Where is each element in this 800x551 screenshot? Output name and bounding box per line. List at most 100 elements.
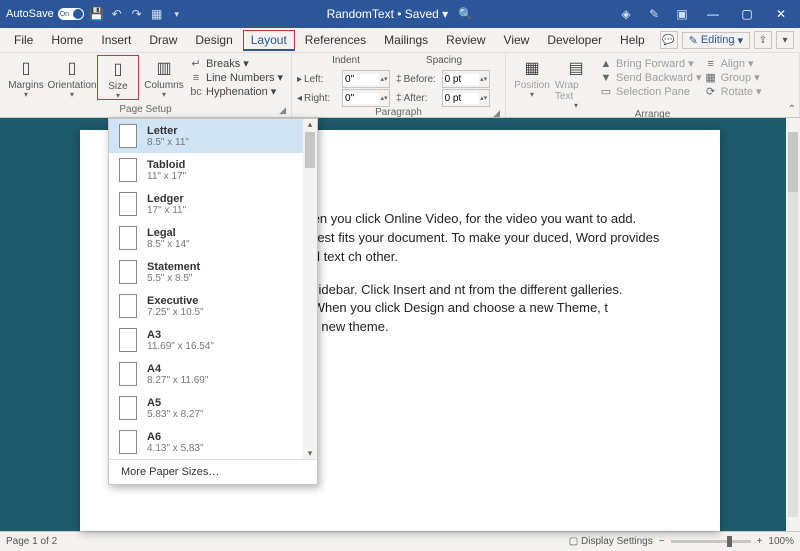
line-numbers-button[interactable]: ≡Line Numbers ▾ [189,71,283,84]
selection-pane-button[interactable]: ▭Selection Pane [599,85,702,98]
align-button[interactable]: ≡Align ▾ [704,57,762,70]
tab-references[interactable]: References [297,30,374,50]
size-button[interactable]: ▯ Size▾ [97,55,139,100]
hyphenation-icon: bc [189,86,203,98]
size-option-ledger[interactable]: Ledger17" x 11" [109,187,303,221]
size-option-a5[interactable]: A55.83" x 8.27" [109,391,303,425]
spacing-before-input[interactable]: ▴▾ [442,70,490,88]
margins-button[interactable]: ▯ Margins▾ [5,55,47,98]
send-backward-button[interactable]: ▼Send Backward ▾ [599,71,702,84]
size-dropdown: Letter8.5" x 11"Tabloid11" x 17"Ledger17… [108,118,318,485]
size-name: Ledger [147,193,186,205]
size-dimensions: 11" x 17" [147,171,186,182]
scroll-thumb[interactable] [788,132,798,192]
page-indicator[interactable]: Page 1 of 2 [6,536,57,547]
tab-help[interactable]: Help [612,30,653,50]
page-icon [119,158,137,182]
more-button[interactable]: ▾ [776,31,794,49]
wrap-text-button[interactable]: ▤ Wrap Text▾ [555,55,597,109]
coming-soon-icon[interactable]: ✎ [644,7,664,21]
comments-button[interactable]: 💬 [660,31,678,49]
size-option-a6[interactable]: A64.13" x 5.83" [109,425,303,459]
qat-dropdown-icon[interactable]: ▾ [170,7,184,21]
size-name: Executive [147,295,204,307]
tab-layout[interactable]: Layout [243,30,295,51]
autosave-label: AutoSave [6,8,54,20]
breaks-button[interactable]: ↵Breaks ▾ [189,57,283,70]
indent-header: Indent [297,55,395,66]
dropdown-scroll-thumb[interactable] [305,132,315,168]
vertical-scrollbar[interactable] [786,118,800,531]
status-bar: Page 1 of 2 ▢ Display Settings − + 100% [0,531,800,551]
autosave-toggle[interactable]: AutoSave On [6,8,84,20]
indent-left-input[interactable]: ▴▾ [342,70,390,88]
document-title[interactable]: RandomText • Saved ▾ [327,7,449,21]
tab-home[interactable]: Home [43,30,91,50]
tab-view[interactable]: View [496,30,538,50]
group-paragraph: Indent Spacing ▸Left:▴▾ ◂Right:▴▾ ‡Befor… [292,53,506,117]
tab-insert[interactable]: Insert [93,30,139,50]
indent-right-input[interactable]: ▴▾ [342,89,390,107]
close-button[interactable]: ✕ [768,0,794,28]
tab-review[interactable]: Review [438,30,493,50]
page-icon [119,294,137,318]
scroll-down-icon[interactable]: ▾ [308,448,313,459]
size-option-letter[interactable]: Letter8.5" x 11" [109,119,303,153]
size-option-tabloid[interactable]: Tabloid11" x 17" [109,153,303,187]
share-button[interactable]: ⇪ [754,31,772,49]
tab-design[interactable]: Design [187,30,240,50]
save-icon[interactable]: 💾 [90,7,104,21]
zoom-slider[interactable] [671,540,751,543]
ribbon-display-icon[interactable]: ▣ [672,7,692,21]
autosave-switch[interactable]: On [58,8,84,20]
rotate-button[interactable]: ⟳Rotate ▾ [704,85,762,98]
undo-icon[interactable]: ↶ [110,7,124,21]
bring-forward-button[interactable]: ▲Bring Forward ▾ [599,57,702,70]
display-settings-button[interactable]: ▢ Display Settings [569,536,653,547]
editing-mode-button[interactable]: ✎ Editing ▾ [682,32,750,49]
premium-icon[interactable]: ◈ [616,7,636,21]
size-option-legal[interactable]: Legal8.5" x 14" [109,221,303,255]
orientation-button[interactable]: ▯ Orientation▾ [51,55,93,98]
redo-icon[interactable]: ↷ [130,7,144,21]
tab-developer[interactable]: Developer [539,30,610,50]
size-dimensions: 7.25" x 10.5" [147,307,204,318]
minimize-button[interactable]: — [700,0,726,28]
dropdown-scrollbar[interactable]: ▴ ▾ [303,119,317,459]
page-setup-label: Page Setup [119,104,171,115]
more-paper-sizes[interactable]: More Paper Sizes… [109,459,317,484]
zoom-out-button[interactable]: − [659,536,665,547]
maximize-button[interactable]: ▢ [734,0,760,28]
rotate-icon: ⟳ [704,85,718,98]
zoom-level[interactable]: 100% [768,536,794,547]
search-icon[interactable]: 🔍 [458,7,473,21]
size-option-statement[interactable]: Statement5.5" x 8.5" [109,255,303,289]
collapse-ribbon-button[interactable]: ⌃ [788,104,796,115]
size-dimensions: 4.13" x 5.83" [147,443,204,454]
scroll-up-icon[interactable]: ▴ [308,119,313,130]
columns-button[interactable]: ▥ Columns▾ [143,55,185,98]
size-option-a4[interactable]: A48.27" x 11.69" [109,357,303,391]
size-name: A4 [147,363,208,375]
page-icon [119,396,137,420]
page-setup-dialog-launcher[interactable]: ◢ [279,105,286,116]
tab-file[interactable]: File [6,30,41,50]
zoom-in-button[interactable]: + [757,536,763,547]
size-name: Letter [147,125,189,137]
page-icon [119,362,137,386]
indent-right-icon: ◂ [297,93,302,104]
size-option-executive[interactable]: Executive7.25" x 10.5" [109,289,303,323]
spacing-after-input[interactable]: ▴▾ [442,89,490,107]
qat-custom-icon[interactable]: ▦ [150,7,164,21]
size-name: A6 [147,431,204,443]
tab-draw[interactable]: Draw [141,30,185,50]
app-window: AutoSave On 💾 ↶ ↷ ▦ ▾ RandomText • Saved… [0,0,800,551]
size-dimensions: 8.27" x 11.69" [147,375,208,386]
group-objects-button[interactable]: ▦Group ▾ [704,71,762,84]
size-name: Statement [147,261,200,273]
size-option-a3[interactable]: A311.69" x 16.54" [109,323,303,357]
position-button[interactable]: ▦ Position▾ [511,55,553,98]
page-icon [119,260,137,284]
hyphenation-button[interactable]: bcHyphenation ▾ [189,85,283,98]
tab-mailings[interactable]: Mailings [376,30,436,50]
